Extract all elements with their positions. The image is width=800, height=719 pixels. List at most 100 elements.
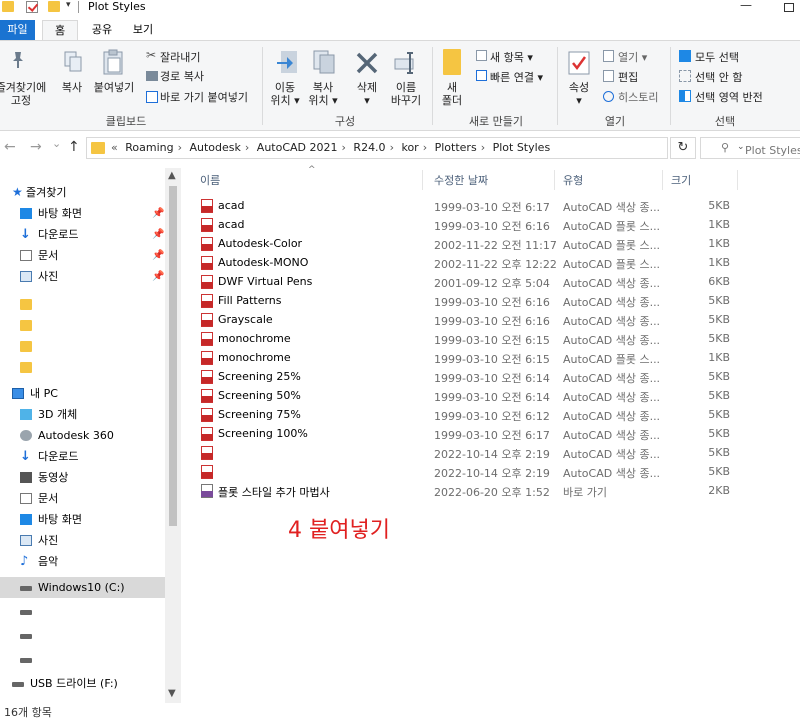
tab-file[interactable]: 파일 [0,20,35,40]
copy-button[interactable]: 복사 [58,81,86,94]
nav-pictures[interactable]: 사진 [0,530,165,551]
rename-button[interactable]: 이름 바꾸기 [386,81,426,107]
column-divider[interactable] [554,170,555,190]
new-folder-button[interactable]: 새 폴더 [438,81,466,107]
scroll-up-icon[interactable]: ▲ [168,170,176,181]
breadcrumb-r24[interactable]: R24.0 [353,141,385,154]
pin-quick-access-button[interactable]: 즐겨찾기에 고정 [0,81,48,107]
file-row[interactable]: Screening 50% 1999-03-10 오전 6:14 AutoCAD 색… [182,386,800,405]
edit-button[interactable]: 편집 [618,69,638,85]
file-row[interactable]: acad 1999-03-10 오전 6:17 AutoCAD 색상 종... 5KB [182,196,800,215]
breadcrumb-separator[interactable]: › [390,141,394,154]
breadcrumb-roaming[interactable]: Roaming [125,141,173,154]
breadcrumb-separator[interactable]: › [342,141,346,154]
nav-scrollbar[interactable]: ▲ ▼ [165,168,181,705]
nav-quick-access[interactable]: ★ 즐겨찾기 [0,182,165,203]
nav-documents-quick[interactable]: 문서 📌 [0,245,165,266]
nav-folder[interactable] [0,357,165,378]
column-divider[interactable] [737,170,738,190]
scrollbar-thumb[interactable] [169,186,177,526]
pin-icon[interactable]: 📌 [152,266,164,287]
file-row[interactable]: Autodesk-Color 2002-11-22 오전 11:17 AutoCAD… [182,234,800,253]
move-to-button[interactable]: 이동 위치 ▾ [268,81,302,107]
breadcrumb-separator[interactable]: › [481,141,485,154]
column-header-type[interactable]: 유형 [563,172,583,188]
breadcrumb-plot-styles[interactable]: Plot Styles [493,141,551,154]
nav-drive[interactable] [0,601,165,622]
nav-desktop[interactable]: 바탕 화면 [0,509,165,530]
column-header-name[interactable]: 이름 [200,172,220,188]
nav-drive-c[interactable]: Windows10 (C:) [0,577,165,598]
file-row[interactable]: monochrome 1999-03-10 오전 6:15 AutoCAD 색상 종… [182,329,800,348]
copy-to-button[interactable]: 복사 위치 ▾ [306,81,340,107]
nav-downloads-quick[interactable]: ↓ 다운로드 📌 [0,224,165,245]
maximize-button[interactable] [784,3,794,12]
breadcrumb-plotters[interactable]: Plotters [435,141,477,154]
file-row[interactable]: acad 1999-03-10 오전 6:16 AutoCAD 플롯 스... 1KB [182,215,800,234]
breadcrumb-overflow[interactable]: « [111,141,118,154]
nav-3d-objects[interactable]: 3D 개체 [0,404,165,425]
nav-folder[interactable] [0,315,165,336]
tab-share[interactable]: 공유 [85,20,119,40]
select-none-button[interactable]: 선택 안 함 [695,69,742,85]
file-row[interactable]: Screening 25% 1999-03-10 오전 6:14 AutoCAD 색… [182,367,800,386]
address-bar[interactable]: « Roaming › Autodesk › AutoCAD 2021 › R24.0… [86,137,745,159]
up-button[interactable]: ↑ [68,139,80,155]
breadcrumb-kor[interactable]: kor [401,141,418,154]
invert-selection-button[interactable]: 선택 영역 반전 [695,89,763,105]
breadcrumb-separator[interactable]: › [423,141,427,154]
nav-videos[interactable]: 동영상 [0,467,165,488]
file-row[interactable]: Autodesk-MONO 2002-11-22 오후 12:22 AutoCAD … [182,253,800,272]
pin-icon[interactable]: 📌 [152,245,164,266]
tab-view[interactable]: 보기 [126,20,160,40]
nav-autodesk-360[interactable]: Autodesk 360 [0,425,165,446]
nav-downloads[interactable]: ↓ 다운로드 [0,446,165,467]
file-row[interactable]: Fill Patterns 1999-03-10 오전 6:16 AutoCAD 색… [182,291,800,310]
column-divider[interactable] [422,170,423,190]
open-button[interactable]: 열기 ▾ [618,49,647,65]
recent-locations-button[interactable]: ⌄ [52,137,61,150]
file-row[interactable]: monochrome 1999-03-10 오전 6:15 AutoCAD 플롯 스… [182,348,800,367]
breadcrumb-separator[interactable]: › [178,141,182,154]
nav-documents[interactable]: 문서 [0,488,165,509]
delete-button[interactable]: 삭제 ▾ [348,81,386,107]
paste-shortcut-button[interactable]: 바로 가기 붙여넣기 [160,89,248,105]
pin-icon[interactable]: 📌 [152,224,164,245]
nav-folder[interactable] [0,336,165,357]
properties-button[interactable]: 속성 ▾ [564,81,594,107]
nav-usb-drive[interactable]: USB 드라이브 (F:) [0,673,165,694]
qat-dropdown-icon[interactable]: ▾ [66,0,71,10]
pin-icon[interactable]: 📌 [152,203,164,224]
nav-drive[interactable] [0,649,165,670]
column-header-date[interactable]: 수정한 날짜 [434,172,488,188]
select-all-button[interactable]: 모두 선택 [695,49,739,65]
file-row[interactable]: Screening 75% 1999-03-10 오전 6:12 AutoCAD 색… [182,405,800,424]
file-row[interactable]: 2022-10-14 오후 2:19 AutoCAD 색상 종... 5KB [182,443,800,462]
nav-desktop-quick[interactable]: 바탕 화면 📌 [0,203,165,224]
nav-folder[interactable] [0,294,165,315]
easy-access-button[interactable]: 빠른 연결 ▾ [490,69,543,85]
minimize-button[interactable]: — [740,0,752,12]
new-folder-icon[interactable] [48,1,60,12]
new-item-button[interactable]: 새 항목 ▾ [490,49,533,65]
properties-check-icon[interactable] [26,1,38,13]
breadcrumb-separator[interactable]: › [245,141,249,154]
paste-button[interactable]: 붙여넣기 [92,81,136,94]
nav-this-pc[interactable]: 내 PC [0,383,165,404]
nav-music[interactable]: ♪ 음악 [0,551,165,572]
copy-path-button[interactable]: 경로 복사 [160,68,204,84]
refresh-button[interactable]: ↻ [670,137,696,159]
file-row[interactable]: Grayscale 1999-03-10 오전 6:16 AutoCAD 색상 종.… [182,310,800,329]
forward-button[interactable]: → [30,139,42,155]
tab-home[interactable]: 홈 [42,20,78,40]
file-row[interactable]: DWF Virtual Pens 2001-09-12 오후 5:04 AutoCA… [182,272,800,291]
column-divider[interactable] [662,170,663,190]
scroll-down-icon[interactable]: ▼ [168,688,176,699]
nav-pictures-quick[interactable]: 사진 📌 [0,266,165,287]
search-input[interactable]: ⚲ Plot Styles 검색 [700,137,800,159]
breadcrumb-autocad[interactable]: AutoCAD 2021 [257,141,338,154]
file-row[interactable]: 2022-10-14 오후 2:19 AutoCAD 색상 종... 5KB [182,462,800,481]
file-row[interactable]: Screening 100% 1999-03-10 오전 6:17 AutoCAD … [182,424,800,443]
back-button[interactable]: ← [4,139,16,155]
cut-button[interactable]: 잘라내기 [160,49,200,65]
